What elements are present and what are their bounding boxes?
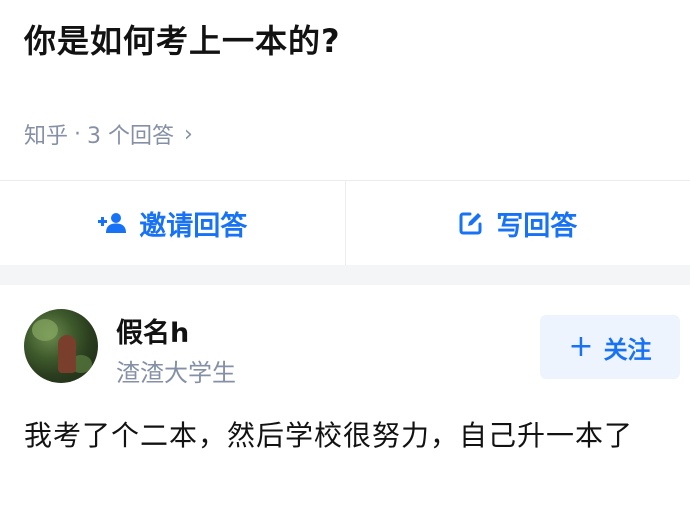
answer-card[interactable]: 假名h 渣渣大学生 + 关注 我考了个二本，然后学校很努力，自己升一本了 <box>0 285 690 519</box>
avatar-figure <box>58 335 76 373</box>
section-divider <box>0 265 690 285</box>
source-label: 知乎 <box>24 124 69 149</box>
follow-label: 关注 <box>603 335 652 364</box>
question-meta[interactable]: 知乎 · 3 个回答 › <box>24 118 193 150</box>
write-answer-button[interactable]: 写回答 <box>344 181 690 265</box>
author-bio: 渣渣大学生 <box>116 359 236 387</box>
write-answer-label: 写回答 <box>496 210 578 242</box>
action-bar: 邀请回答 写回答 <box>0 180 690 266</box>
avatar-foliage <box>32 319 58 341</box>
plus-icon: + <box>568 329 594 364</box>
add-user-icon <box>97 211 127 235</box>
author-name[interactable]: 假名h <box>116 311 189 350</box>
avatar[interactable] <box>24 309 98 383</box>
invite-answer-label: 邀请回答 <box>139 210 248 242</box>
follow-button[interactable]: + 关注 <box>540 315 680 379</box>
invite-answer-button[interactable]: 邀请回答 <box>0 181 345 265</box>
edit-icon <box>458 210 484 236</box>
meta-separator: · <box>74 121 82 147</box>
question-title[interactable]: 你是如何考上一本的? <box>24 16 341 62</box>
answer-count: 3 个回答 <box>87 124 175 149</box>
answer-text[interactable]: 我考了个二本，然后学校很努力，自己升一本了 <box>24 413 674 459</box>
chevron-right-icon: › <box>184 121 193 147</box>
